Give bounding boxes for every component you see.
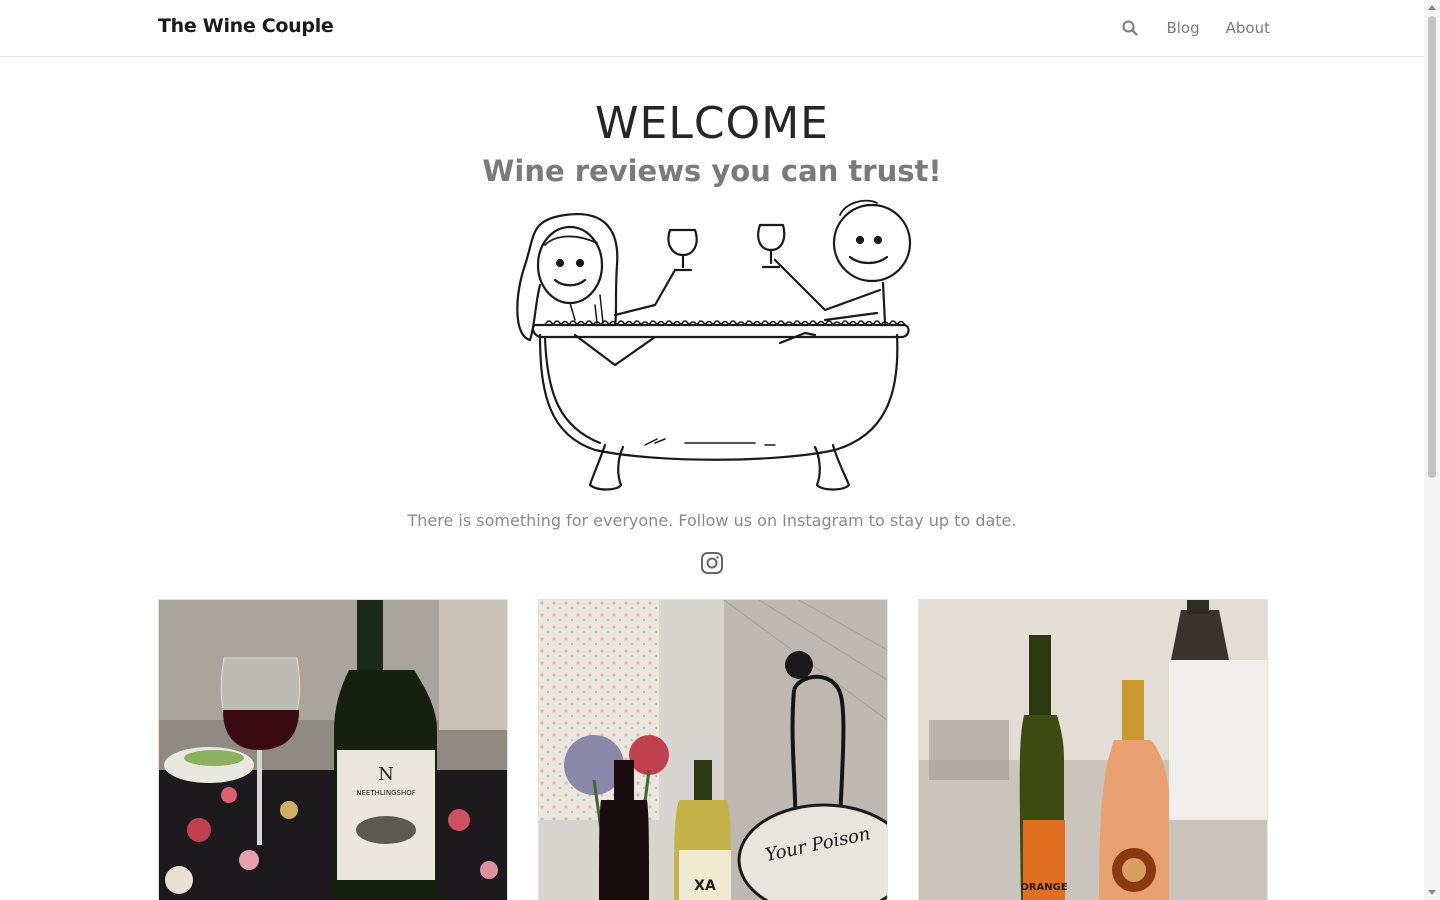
page-title: WELCOME	[595, 98, 829, 149]
post-card-3[interactable]: ORANGE	[918, 599, 1268, 900]
search-icon[interactable]	[1120, 18, 1140, 38]
nav-link-blog[interactable]: Blog	[1166, 19, 1199, 37]
page: The Wine Couple Blog About WELCOME Wine …	[0, 0, 1440, 900]
site-brand[interactable]: The Wine Couple	[158, 15, 334, 37]
bathtub-couple-illustration	[505, 195, 920, 495]
post-card-2[interactable]: XA Your Poison	[538, 599, 888, 900]
instagram-icon[interactable]	[700, 551, 724, 575]
nav-link-about[interactable]: About	[1226, 19, 1270, 37]
svg-text:NEETHLINGSHOF: NEETHLINGSHOF	[356, 789, 416, 797]
scrollbar-thumb[interactable]	[1428, 16, 1436, 478]
red-wine-photo: N NEETHLINGSHOF	[159, 600, 507, 900]
white-rose-wine-photo: ORANGE	[919, 600, 1267, 900]
svg-text:N: N	[378, 764, 394, 785]
scroll-up-icon[interactable]	[1428, 5, 1436, 10]
svg-text:XA: XA	[694, 878, 716, 894]
navbar: The Wine Couple Blog About	[0, 0, 1424, 57]
halloween-wine-photo: XA Your Poison	[539, 600, 887, 900]
hero-description: There is something for everyone. Follow …	[407, 511, 1017, 530]
svg-text:ORANGE: ORANGE	[1020, 882, 1068, 893]
post-card-1[interactable]: N NEETHLINGSHOF	[158, 599, 508, 900]
scroll-down-icon[interactable]	[1428, 890, 1436, 895]
nav-links: Blog About	[1120, 0, 1270, 56]
page-scrollbar[interactable]	[1424, 0, 1440, 900]
page-subtitle: Wine reviews you can trust!	[482, 154, 942, 188]
